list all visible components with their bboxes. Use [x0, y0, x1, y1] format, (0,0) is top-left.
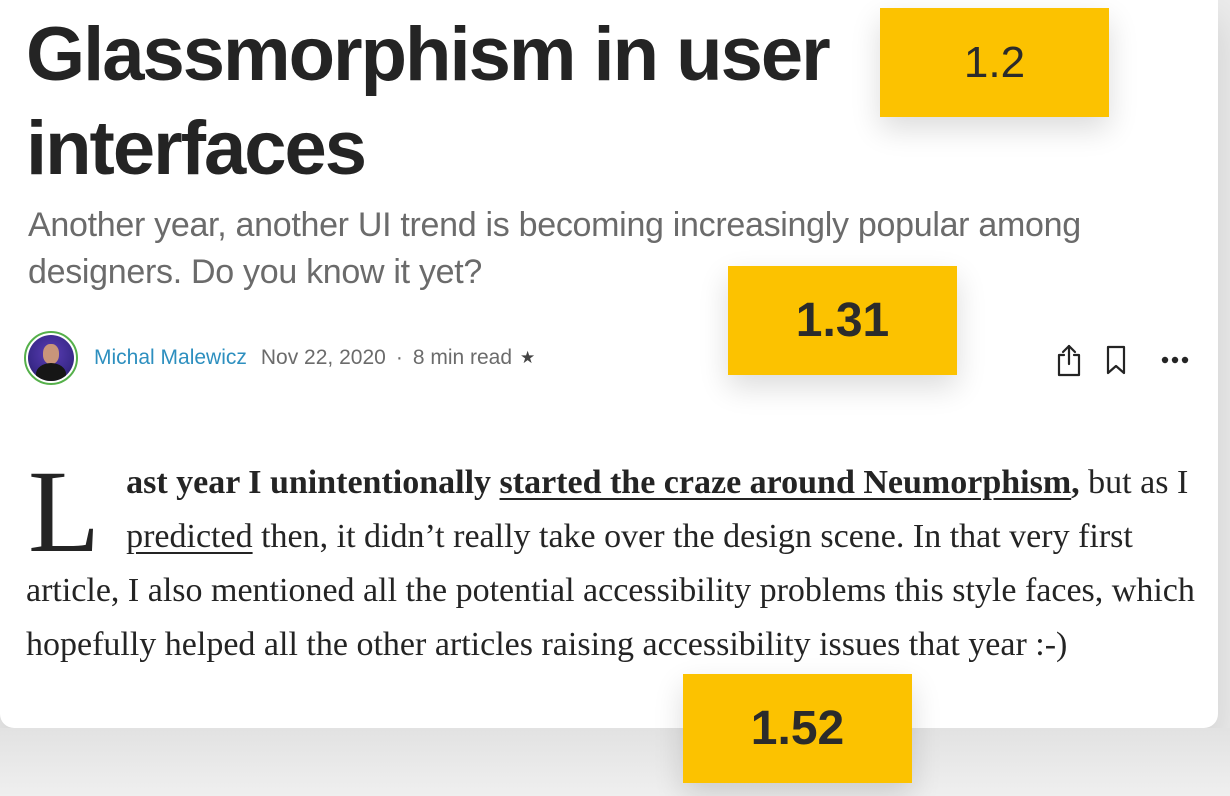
avatar-body	[36, 363, 66, 381]
lead-text: ast year I unintentionally started the c…	[126, 464, 1080, 501]
more-button[interactable]	[1158, 340, 1192, 380]
article-actions	[1052, 340, 1192, 380]
lead-comma: ,	[1071, 464, 1080, 501]
publish-date: Nov 22, 2020	[260, 346, 386, 369]
bookmark-button[interactable]	[1102, 340, 1130, 380]
body-text-1: but as I	[1079, 464, 1189, 501]
meta-separator: ·	[395, 346, 403, 369]
byline: Michal Malewicz Nov 22, 2020 · 8 min rea…	[24, 330, 535, 386]
article-subtitle: Another year, another UI trend is becomi…	[28, 206, 1081, 291]
share-button[interactable]	[1052, 340, 1086, 380]
page-bottom-background	[0, 728, 1230, 796]
bookmark-icon	[1106, 345, 1126, 375]
read-time: 8 min read	[412, 346, 513, 369]
member-star-icon: ★	[520, 348, 536, 367]
annotation-badge: 1.2	[880, 8, 1109, 117]
predicted-link[interactable]: predicted	[126, 518, 253, 555]
more-icon	[1161, 356, 1189, 364]
article-title: Glassmorphism in user interfaces	[26, 12, 831, 191]
annotation-badge: 1.52	[683, 674, 912, 783]
article-body: Last year I unintentionally started the …	[26, 446, 1196, 672]
author-link[interactable]: Michal Malewicz	[94, 346, 247, 370]
avatar-photo	[28, 335, 74, 381]
neumorphism-link[interactable]: started the craze around Neumorphism	[500, 464, 1072, 501]
avatar[interactable]	[24, 331, 78, 385]
avatar-head	[43, 344, 59, 364]
share-icon	[1057, 344, 1081, 377]
drop-cap: L	[28, 446, 101, 577]
lead-phrase: ast year I unintentionally	[126, 464, 500, 501]
annotation-badge: 1.31	[728, 266, 957, 375]
